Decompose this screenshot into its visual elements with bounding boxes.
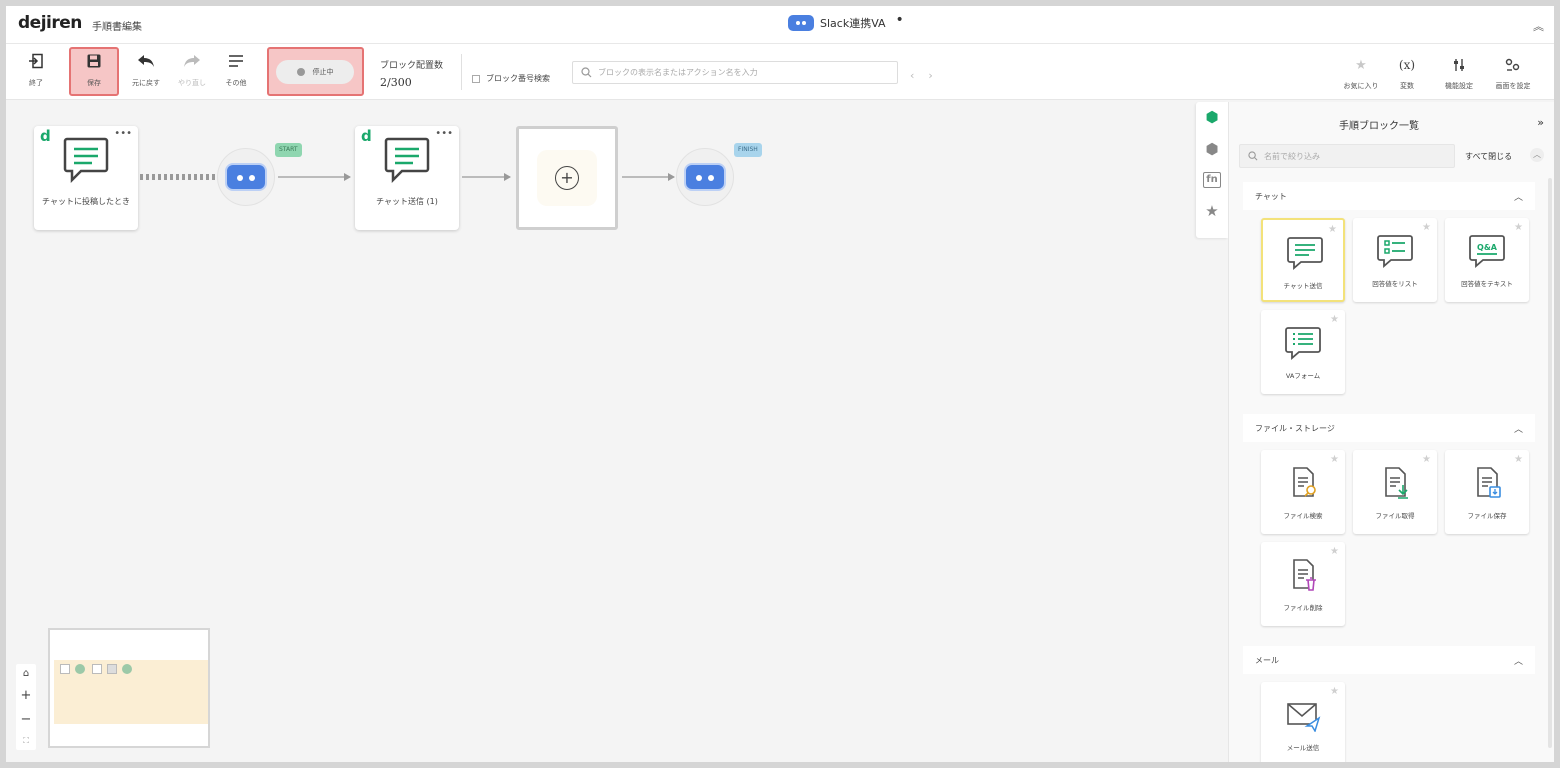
home-icon[interactable]: ⌂ [23, 668, 29, 679]
block-card-file-search[interactable]: ★ ファイル検索 [1261, 450, 1345, 534]
chevron-up-icon: ︿ [1513, 424, 1523, 435]
star-icon[interactable]: ★ [1330, 686, 1339, 697]
add-block-node[interactable]: + [516, 126, 618, 230]
block-card-label: チャット送信 [1283, 282, 1323, 290]
bot-icon [225, 163, 267, 191]
mail-send-icon [1287, 703, 1321, 732]
start-tag: START [275, 143, 302, 157]
node-label: チャット送信 (1) [376, 197, 438, 206]
panel-search-input[interactable]: 名前で絞り込み [1239, 144, 1455, 168]
minimap-node [60, 664, 70, 674]
chevron-up-double-icon[interactable]: ︽ [1533, 18, 1544, 34]
star-icon[interactable]: ★ [1330, 314, 1339, 325]
variables-label: 変数 [1400, 82, 1414, 90]
star-icon[interactable]: ★ [1514, 222, 1523, 233]
start-bot-node[interactable] [217, 148, 275, 206]
block-card-va-form[interactable]: ★ VAフォーム [1261, 310, 1345, 394]
minimap-node [122, 664, 132, 674]
gears-icon [1505, 58, 1521, 74]
sliders-icon [1452, 58, 1466, 74]
dejiren-brand-icon: d [361, 127, 372, 145]
add-block-area: + [537, 150, 597, 206]
file-delete-icon [1293, 559, 1316, 591]
minimap-node [75, 664, 85, 674]
panel-search-placeholder: 名前で絞り込み [1264, 151, 1320, 161]
variables-button[interactable]: (x) 変数 [1382, 58, 1432, 91]
category-name: メール [1255, 655, 1279, 665]
svg-text:Q&A: Q&A [1477, 243, 1498, 252]
block-card-file-delete[interactable]: ★ ファイル削除 [1261, 542, 1345, 626]
block-card-file-save[interactable]: ★ ファイル保存 [1445, 450, 1529, 534]
block-card-mail-send[interactable]: ★ メール送信 [1261, 682, 1345, 762]
chat-send-node[interactable]: d ••• チャット送信 (1) [355, 126, 459, 230]
star-icon[interactable]: ★ [1205, 202, 1218, 220]
chevron-up-icon: ︿ [1513, 192, 1523, 203]
block-card-label: ファイル削除 [1283, 604, 1323, 612]
block-card-answer-list[interactable]: ★ 回答値をリスト [1353, 218, 1437, 302]
chat-bubble-icon [384, 137, 430, 184]
cube-plus-icon[interactable]: ⬢ [1205, 140, 1218, 158]
category-header-mail[interactable]: メール ︿ [1243, 646, 1535, 674]
minimap-node [107, 664, 117, 674]
star-icon[interactable]: ★ [1330, 454, 1339, 465]
star-icon[interactable]: ★ [1422, 454, 1431, 465]
block-card-chat-send[interactable]: ★ チャット送信 [1261, 218, 1345, 302]
block-card-label: ファイル保存 [1467, 512, 1507, 520]
star-icon[interactable]: ★ [1330, 546, 1339, 557]
plus-circle-icon: + [555, 166, 579, 190]
category-header-file-storage[interactable]: ファイル・ストレージ ︿ [1243, 414, 1535, 442]
category-name: チャット [1255, 191, 1287, 201]
star-icon[interactable]: ★ [1328, 224, 1337, 235]
close-all-link[interactable]: すべて閉じる [1465, 151, 1512, 162]
block-card-label: 回答値をリスト [1372, 280, 1418, 288]
star-icon[interactable]: ★ [1514, 454, 1523, 465]
panel-scrollbar[interactable] [1548, 178, 1552, 748]
favorites-button[interactable]: ★ お気に入り [1336, 58, 1386, 91]
form-bubble-icon [1285, 327, 1321, 360]
zoom-controls: ⌂ + − ⛶ [16, 664, 36, 750]
block-list-panel: 手順ブロック一覧 » 名前で絞り込み すべて閉じる ︿ チャット ︿ ★ チャッ… [1228, 102, 1554, 762]
chevron-up-icon: ︿ [1513, 656, 1523, 667]
file-save-icon [1477, 467, 1501, 498]
star-icon[interactable]: ★ [1422, 222, 1431, 233]
block-card-label: 回答値をテキスト [1461, 280, 1513, 288]
variable-x-icon: (x) [1398, 58, 1416, 72]
minimap-node [92, 664, 102, 674]
qa-bubble-icon: Q&A [1469, 235, 1505, 268]
file-download-icon [1385, 467, 1408, 499]
function-icon[interactable]: fn [1203, 172, 1221, 188]
block-card-label: ファイル取得 [1375, 512, 1415, 520]
list-bubble-icon [1377, 235, 1413, 268]
zoom-out-icon[interactable]: − [21, 712, 32, 727]
panel-title: 手順ブロック一覧 [1339, 121, 1419, 132]
chevron-right-double-icon[interactable]: » [1537, 116, 1544, 129]
cube-icon[interactable]: ⬢ [1205, 108, 1218, 126]
block-card-label: ファイル検索 [1283, 512, 1323, 520]
fit-view-icon[interactable]: ⛶ [23, 736, 29, 746]
file-search-icon [1293, 467, 1316, 497]
feature-settings-button[interactable]: 機能設定 [1434, 58, 1484, 91]
category-name: ファイル・ストレージ [1255, 423, 1335, 433]
feature-settings-label: 機能設定 [1445, 82, 1473, 90]
bot-icon [684, 163, 726, 191]
more-dots-icon[interactable]: ••• [435, 128, 453, 139]
chevron-up-icon[interactable]: ︿ [1530, 148, 1544, 162]
block-card-label: VAフォーム [1285, 372, 1321, 380]
chat-bubble-icon [1287, 237, 1323, 270]
block-card-answer-text[interactable]: ★ Q&A 回答値をテキスト [1445, 218, 1529, 302]
panel-tabs: ⬢ ⬢ fn ★ [1196, 102, 1228, 238]
minimap[interactable] [48, 628, 210, 748]
search-icon [1248, 151, 1258, 161]
screen-settings-label: 画面を設定 [1495, 82, 1531, 90]
favorites-label: お気に入り [1343, 82, 1379, 90]
block-card-label: メール送信 [1286, 744, 1320, 752]
screen-settings-button[interactable]: 画面を設定 [1488, 58, 1538, 91]
category-header-chat[interactable]: チャット ︿ [1243, 182, 1535, 210]
star-icon: ★ [1355, 58, 1367, 73]
finish-bot-node[interactable] [676, 148, 734, 206]
block-card-file-get[interactable]: ★ ファイル取得 [1353, 450, 1437, 534]
finish-tag: FINISH [734, 143, 762, 157]
app-frame: dejiren 手順書編集 Slack連携VA • ︽ 終了 保存 元に戻す や… [6, 6, 1554, 762]
zoom-in-icon[interactable]: + [21, 688, 32, 703]
